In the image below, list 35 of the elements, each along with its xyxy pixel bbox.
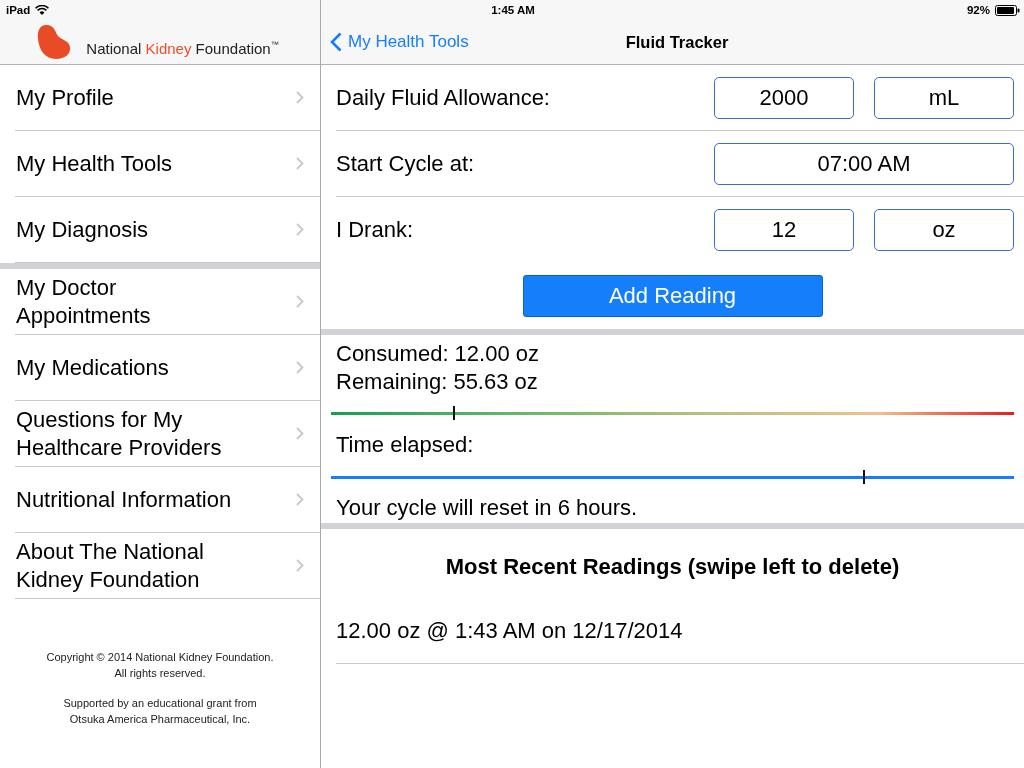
- consumed-text: Consumed: 12.00 oz: [335, 340, 541, 368]
- battery-percent: 92%: [966, 4, 990, 16]
- device-name: iPad: [6, 4, 31, 16]
- readings-title: Most Recent Readings (swipe left to delete): [445, 554, 900, 580]
- value-field[interactable]: 2000: [714, 76, 854, 119]
- chevron-icon: [296, 493, 304, 506]
- footer-text: Copyright © 2014 National Kidney Foundation. All rights reserved.: [45, 650, 275, 681]
- chevron-icon: [296, 559, 304, 572]
- unit-field[interactable]: oz: [874, 209, 1014, 251]
- footer-text: Supported by an educational grant from Otsuka America Pharmaceutical, Inc.: [62, 696, 258, 727]
- unit-field[interactable]: mL: [874, 76, 1014, 119]
- chevron-icon: [296, 361, 304, 374]
- chevron-icon: [296, 223, 304, 236]
- add-reading-button[interactable]: Add Reading: [522, 275, 823, 317]
- status-time: 1:45 AM: [491, 4, 535, 16]
- battery-icon: [995, 4, 1020, 16]
- chevron-icon: [296, 427, 304, 440]
- chevron-icon: [296, 157, 304, 170]
- reset-note: Your cycle will reset in 6 hours.: [335, 494, 639, 522]
- chevron-icon: [296, 91, 304, 104]
- field-label: Start Cycle at:: [336, 150, 476, 177]
- remaining-text: Remaining: 55.63 oz: [335, 368, 539, 396]
- value-field[interactable]: 12: [714, 209, 854, 251]
- screen-title: Fluid Tracker: [625, 32, 729, 52]
- time-label: Time elapsed:: [335, 431, 475, 459]
- back-button[interactable]: My Health Tools: [330, 32, 469, 52]
- field-label: Daily Fluid Allowance:: [336, 84, 551, 111]
- kidney-logo-icon: [37, 24, 72, 60]
- field-label: I Drank:: [336, 217, 415, 243]
- wifi-icon: [35, 5, 50, 15]
- reading-text: 12.00 oz @ 1:43 AM on 12/17/2014: [336, 618, 683, 644]
- value-field[interactable]: 07:00 AM: [714, 142, 1014, 185]
- logo-text: National Kidney Foundation$^{™}$: [86, 40, 279, 57]
- chevron-icon: [296, 295, 304, 308]
- back-chevron-icon: [330, 32, 342, 52]
